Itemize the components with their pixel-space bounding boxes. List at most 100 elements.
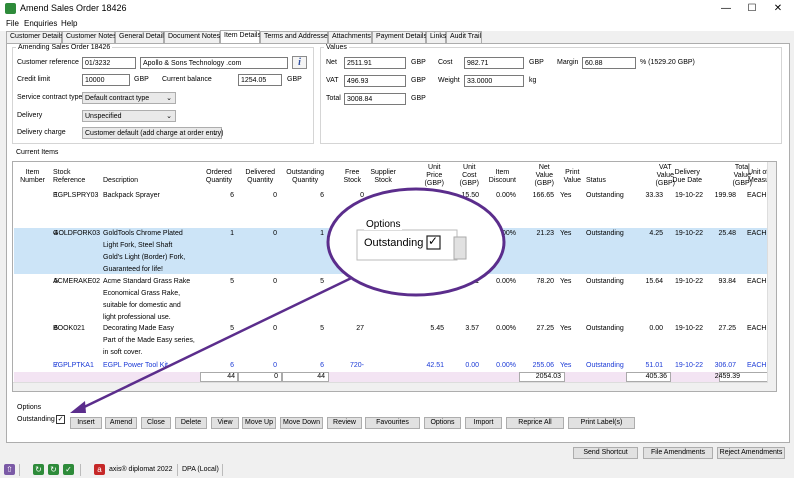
print-labels-button[interactable]: Print Label(s) bbox=[568, 417, 635, 429]
column-header-unit-cost[interactable]: Unit Cost (GBP) bbox=[460, 164, 479, 188]
tab-item-details[interactable]: Item Details bbox=[220, 30, 261, 43]
column-header-delivered-quantity[interactable]: Delivered Quantity bbox=[245, 169, 275, 185]
favourites-button[interactable]: Favourites bbox=[365, 417, 420, 429]
options-button[interactable]: Options bbox=[424, 417, 461, 429]
tab-customer-details[interactable]: Customer Details bbox=[6, 31, 64, 43]
row-cell-print: Yes bbox=[560, 362, 572, 369]
column-header-supplier-stock[interactable]: Supplier Stock bbox=[370, 169, 396, 185]
cost-currency: GBP bbox=[529, 59, 544, 66]
row-description-line: Gold's Light (Border) Fork, bbox=[103, 254, 186, 261]
database-name: DPA (Local) bbox=[182, 466, 219, 473]
customer-info-icon[interactable]: i bbox=[292, 56, 307, 69]
column-header-outstanding-quantity[interactable]: Outstanding Quantity bbox=[286, 169, 324, 185]
cost-label: Cost bbox=[438, 59, 453, 66]
row-description-line: Light Fork, Steel Shaft bbox=[103, 242, 173, 249]
row-cell-uom: EACH bbox=[747, 230, 767, 237]
outstanding-checkbox[interactable]: ✓ bbox=[56, 415, 65, 424]
column-header-unit-price[interactable]: Unit Price (GBP) bbox=[425, 164, 444, 188]
row-description-line: Backpack Sprayer bbox=[103, 192, 160, 199]
column-header-status[interactable]: Status bbox=[586, 177, 606, 185]
menu-file[interactable]: File bbox=[6, 19, 19, 28]
refresh-icon[interactable]: ↻ bbox=[33, 464, 44, 475]
row-description-line: suitable for domestic and bbox=[103, 302, 181, 309]
minimize-icon[interactable]: — bbox=[714, 2, 738, 15]
insert-button[interactable]: Insert bbox=[70, 417, 102, 429]
items-grid[interactable]: Item Number Stock Reference Description Order… bbox=[12, 161, 777, 392]
row-cell-free: 27 bbox=[356, 325, 364, 332]
amend-button[interactable]: Amend bbox=[105, 417, 137, 429]
close-button[interactable]: Close bbox=[141, 417, 171, 429]
row-cell-del: 0 bbox=[273, 362, 277, 369]
row-cell-ord: 1 bbox=[230, 230, 234, 237]
row-cell-uprice: 42.51 bbox=[426, 362, 444, 369]
tab-document-notes[interactable]: Document Notes bbox=[164, 31, 220, 43]
column-header-description[interactable]: Description bbox=[103, 177, 138, 185]
row-cell-ucost: 15.50 bbox=[461, 192, 479, 199]
row-cell-due: 19-10-22 bbox=[675, 278, 704, 285]
menu-help[interactable]: Help bbox=[61, 19, 77, 28]
horizontal-scrollbar[interactable] bbox=[13, 382, 768, 391]
delete-button[interactable]: Delete bbox=[175, 417, 207, 429]
total-ordered: 44 bbox=[227, 373, 235, 380]
send-shortcut-button[interactable]: Send Shortcut bbox=[573, 447, 638, 459]
customer-name-field[interactable]: Apollo & Sons Technology .com bbox=[140, 57, 288, 69]
upload-icon[interactable]: ⇧ bbox=[4, 464, 15, 475]
sync-icon[interactable]: ↻ bbox=[48, 464, 59, 475]
reject-amendments-button[interactable]: Reject Amendments bbox=[717, 447, 785, 459]
total-field: 3008.84 bbox=[344, 93, 406, 105]
column-header-print-value[interactable]: Print Value bbox=[564, 169, 581, 185]
vertical-scrollbar[interactable] bbox=[767, 162, 776, 391]
close-icon[interactable]: ✕ bbox=[766, 2, 790, 15]
row-cell-ord: 6 bbox=[230, 192, 234, 199]
row-cell-ucost: 21 bbox=[471, 278, 479, 285]
maximize-icon[interactable]: ☐ bbox=[740, 2, 764, 15]
tab-links[interactable]: Links bbox=[426, 31, 446, 43]
options-legend: Options bbox=[17, 404, 42, 411]
column-header-ordered-quantity[interactable]: Ordered Quantity bbox=[206, 169, 232, 185]
menu-enquiries[interactable]: Enquiries bbox=[24, 19, 57, 28]
delivery-select[interactable]: Unspecified ⌄ bbox=[82, 110, 176, 122]
tab-customer-notes[interactable]: Customer Notes bbox=[62, 31, 117, 43]
row-cell-out: 1 bbox=[320, 230, 324, 237]
column-header-free-stock[interactable]: Free Stock bbox=[343, 169, 361, 185]
customer-reference-field[interactable]: 01/3232 bbox=[82, 57, 136, 69]
row-cell-net: 166.65 bbox=[532, 192, 554, 199]
delivery-charge-select[interactable]: Customer default (add charge at order en… bbox=[82, 127, 224, 139]
current-balance-label: Current balance bbox=[162, 76, 212, 83]
column-header-delivery-due-date[interactable]: Delivery Due Date bbox=[672, 169, 702, 185]
reprice-all-button[interactable]: Reprice All bbox=[506, 417, 564, 429]
current-balance-currency: GBP bbox=[287, 76, 302, 83]
row-cell-status: Outstanding bbox=[586, 278, 624, 285]
total-currency: GBP bbox=[411, 95, 426, 102]
current-balance-field[interactable]: 1254.05 bbox=[238, 74, 282, 86]
move-up-button[interactable]: Move Up bbox=[242, 417, 276, 429]
checklist-icon[interactable]: ✓ bbox=[63, 464, 74, 475]
column-header-item-number[interactable]: Item Number bbox=[20, 169, 45, 185]
row-description-line: Decorating Made Easy bbox=[103, 325, 174, 332]
weight-field: 33.0000 bbox=[464, 75, 524, 87]
service-contract-select[interactable]: Default contract type ⌄ bbox=[82, 92, 176, 104]
review-button[interactable]: Review bbox=[327, 417, 362, 429]
file-amendments-button[interactable]: File Amendments bbox=[643, 447, 713, 459]
column-header-net-value[interactable]: Net Value (GBP) bbox=[535, 164, 554, 188]
column-header-item-discount[interactable]: Item Discount bbox=[489, 169, 516, 185]
column-header-stock-reference[interactable]: Stock Reference bbox=[53, 169, 85, 185]
tab-audit-trail[interactable]: Audit Trail bbox=[446, 31, 482, 43]
margin-label: Margin bbox=[557, 59, 579, 66]
tab-terms-addresses[interactable]: Terms and Addresses bbox=[260, 31, 331, 43]
margin-suffix: % (1529.20 GBP) bbox=[640, 59, 695, 66]
row-description-line: Part of the Made Easy series, bbox=[103, 337, 195, 344]
tab-attachments[interactable]: Attachments bbox=[328, 31, 372, 43]
row-cell-ref: EGPLSPRY03 bbox=[53, 192, 99, 199]
credit-limit-field[interactable]: 10000 bbox=[82, 74, 130, 86]
callout-options-label: Options bbox=[364, 219, 403, 230]
total-net: 2054.03 bbox=[535, 373, 561, 380]
row-cell-net: 27.25 bbox=[536, 325, 554, 332]
view-button[interactable]: View bbox=[211, 417, 239, 429]
row-cell-net: 21.23 bbox=[536, 230, 554, 237]
row-description-line: EGPL Power Tool Kit bbox=[103, 362, 168, 369]
tab-general-details[interactable]: General Details bbox=[115, 31, 167, 43]
move-down-button[interactable]: Move Down bbox=[280, 417, 323, 429]
import-button[interactable]: Import bbox=[465, 417, 502, 429]
tab-payment-details[interactable]: Payment Details bbox=[372, 31, 427, 43]
